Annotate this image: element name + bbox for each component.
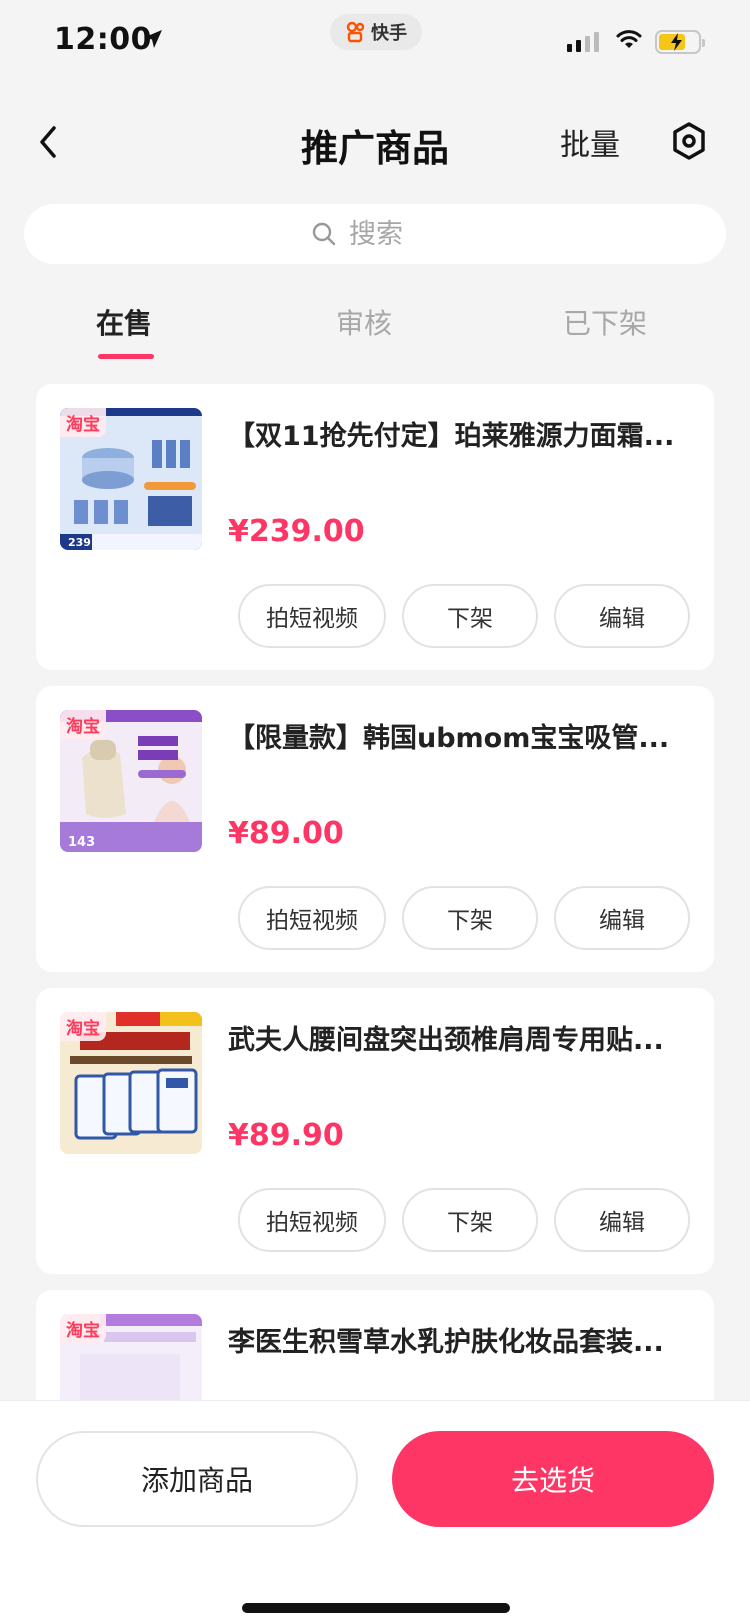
edit-button[interactable]: 编辑 bbox=[554, 886, 690, 950]
nav-header: 推广商品 批量 bbox=[0, 100, 750, 184]
source-badge: 淘宝 bbox=[60, 710, 106, 739]
status-tabs: 在售 审核 已下架 bbox=[0, 290, 750, 360]
source-badge: 淘宝 bbox=[60, 408, 106, 437]
product-image[interactable]: 淘宝 143 bbox=[60, 710, 202, 852]
product-list[interactable]: 淘宝 239 【双11抢先付定】珀莱雅源力面霜... ¥239.00 拍短视频 … bbox=[36, 384, 714, 1400]
home-indicator[interactable] bbox=[242, 1603, 510, 1613]
shoot-video-button[interactable]: 拍短视频 bbox=[238, 584, 386, 648]
source-badge: 淘宝 bbox=[60, 1314, 106, 1343]
bottom-action-bar: 添加商品 去选货 bbox=[0, 1400, 750, 1624]
edit-button[interactable]: 编辑 bbox=[554, 1188, 690, 1252]
search-icon bbox=[312, 222, 336, 246]
product-image[interactable]: 淘宝 239 bbox=[60, 408, 202, 550]
thumb-price-tag: 143 bbox=[68, 835, 96, 850]
delist-button[interactable]: 下架 bbox=[402, 886, 538, 950]
active-tab-indicator bbox=[98, 354, 154, 359]
pick-products-button[interactable]: 去选货 bbox=[392, 1431, 714, 1527]
product-card[interactable]: 淘宝 239 【双11抢先付定】珀莱雅源力面霜... ¥239.00 拍短视频 … bbox=[36, 384, 714, 670]
batch-button[interactable]: 批量 bbox=[560, 120, 620, 164]
tab-on-sale[interactable]: 在售 bbox=[96, 302, 152, 342]
product-card[interactable]: 淘宝 武夫人腰间盘突出颈椎肩周专用贴... ¥89.90 拍短视频 下架 编辑 bbox=[36, 988, 714, 1274]
product-price: ¥89.00 bbox=[228, 816, 344, 851]
source-badge: 淘宝 bbox=[60, 1012, 106, 1041]
product-image[interactable]: 淘宝 bbox=[60, 1314, 202, 1400]
product-title[interactable]: 李医生积雪草水乳护肤化妆品套装... bbox=[228, 1320, 678, 1359]
product-title[interactable]: 武夫人腰间盘突出颈椎肩周专用贴... bbox=[228, 1018, 678, 1057]
product-card[interactable]: 淘宝 李医生积雪草水乳护肤化妆品套装... bbox=[36, 1290, 714, 1400]
add-product-button[interactable]: 添加商品 bbox=[36, 1431, 358, 1527]
status-bar: 12:00 快手 bbox=[0, 0, 750, 88]
search-bar[interactable] bbox=[24, 204, 726, 264]
page-title: 推广商品 bbox=[301, 127, 449, 170]
app-indicator: 快手 bbox=[330, 14, 422, 50]
delist-button[interactable]: 下架 bbox=[402, 1188, 538, 1252]
kuaishou-logo-icon bbox=[346, 21, 365, 43]
thumb-price-tag: 239 bbox=[68, 536, 91, 549]
edit-button[interactable]: 编辑 bbox=[554, 584, 690, 648]
settings-icon[interactable] bbox=[672, 122, 706, 160]
product-price: ¥89.90 bbox=[228, 1118, 344, 1153]
product-card[interactable]: 淘宝 143 【限量款】韩国ubmom宝宝吸管... ¥89.00 拍短视频 下… bbox=[36, 686, 714, 972]
product-price: ¥239.00 bbox=[228, 514, 365, 549]
cellular-signal-icon bbox=[567, 32, 599, 52]
tab-delisted[interactable]: 已下架 bbox=[563, 302, 647, 342]
shoot-video-button[interactable]: 拍短视频 bbox=[238, 1188, 386, 1252]
product-title[interactable]: 【限量款】韩国ubmom宝宝吸管... bbox=[228, 716, 678, 755]
battery-icon bbox=[655, 30, 705, 54]
search-input[interactable] bbox=[349, 218, 439, 250]
product-title[interactable]: 【双11抢先付定】珀莱雅源力面霜... bbox=[228, 414, 678, 453]
product-image[interactable]: 淘宝 bbox=[60, 1012, 202, 1154]
location-arrow-icon bbox=[144, 30, 162, 48]
clock: 12:00 bbox=[54, 22, 152, 57]
tab-review[interactable]: 审核 bbox=[336, 302, 392, 342]
shoot-video-button[interactable]: 拍短视频 bbox=[238, 886, 386, 950]
wifi-icon bbox=[616, 30, 642, 48]
app-name: 快手 bbox=[371, 23, 407, 44]
delist-button[interactable]: 下架 bbox=[402, 584, 538, 648]
